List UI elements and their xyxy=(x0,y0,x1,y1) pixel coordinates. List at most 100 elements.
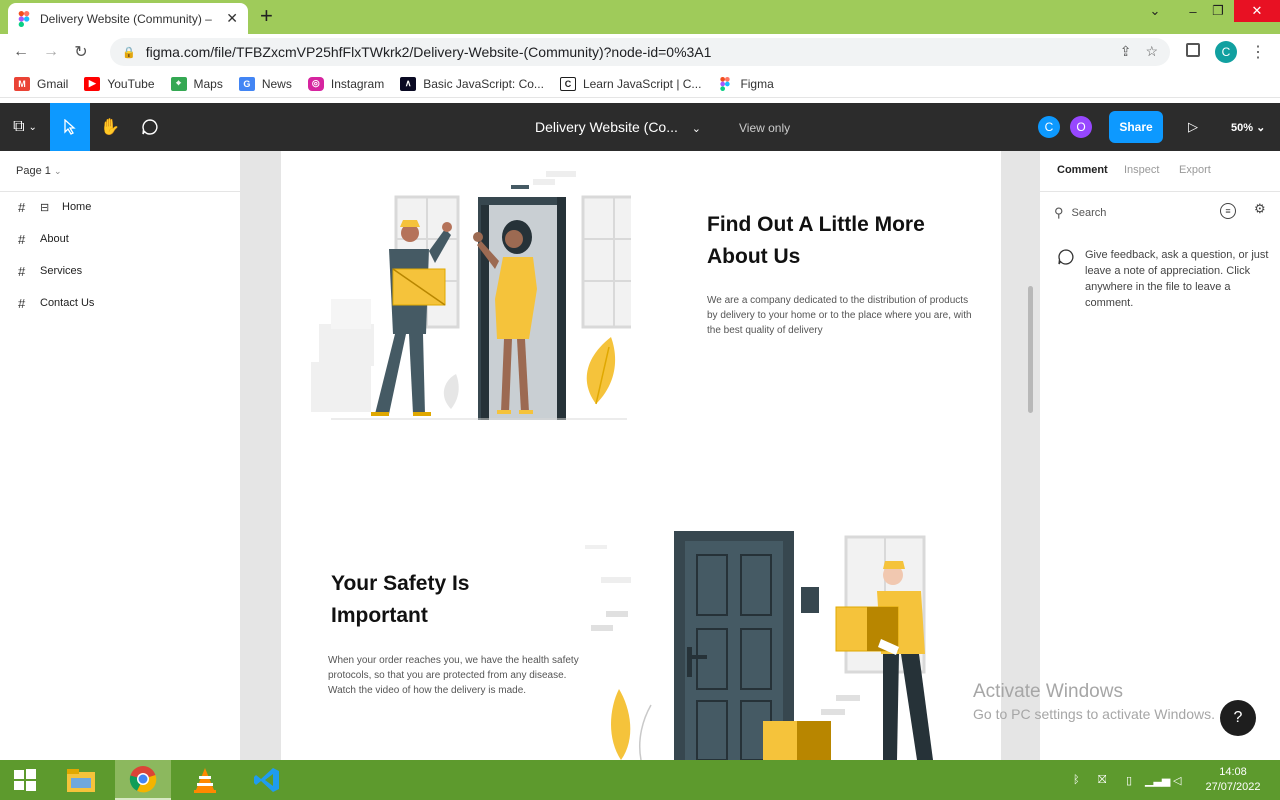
frame-icon: # xyxy=(18,263,26,279)
codecademy-icon: C xyxy=(559,76,576,91)
zoom-level[interactable]: 50% ⌄ xyxy=(1231,121,1265,134)
close-window-icon[interactable]: ✕ xyxy=(1234,0,1280,22)
new-tab-button[interactable]: + xyxy=(260,5,273,27)
comments-panel: Comment Inspect Export ⚲ Search ≡ ⚙ Give… xyxy=(1039,151,1280,760)
divider xyxy=(0,191,240,192)
canvas-scrollbar[interactable] xyxy=(1028,286,1033,413)
browser-tab-bar: Delivery Website (Community) – ✕ + ⌄ – ❐… xyxy=(0,0,1280,34)
hand-tool-icon[interactable]: ✋ xyxy=(90,103,130,151)
bookmark-news[interactable]: G News xyxy=(238,76,292,91)
layer-contact-us[interactable]: # Contact Us xyxy=(18,293,94,313)
bookmark-star-icon[interactable]: ☆ xyxy=(1145,43,1158,60)
activate-windows-subtitle: Go to PC settings to activate Windows. xyxy=(973,706,1215,722)
tab-inspect[interactable]: Inspect xyxy=(1124,164,1159,176)
address-bar[interactable]: 🔒 figma.com/file/TFBZxcmVP25hfFlxTWkrk2/… xyxy=(110,38,1170,66)
gmail-icon: M xyxy=(14,76,30,91)
layer-services[interactable]: # Services xyxy=(18,261,82,281)
vlc-icon[interactable] xyxy=(180,760,230,800)
present-play-icon[interactable]: ▷ xyxy=(1180,103,1206,151)
layer-home[interactable]: # ⊟ Home xyxy=(18,197,91,217)
url-text: figma.com/file/TFBZxcmVP25hfFlxTWkrk2/De… xyxy=(145,44,712,60)
figma-icon xyxy=(717,76,733,91)
forward-icon[interactable]: → xyxy=(36,43,66,61)
search-input[interactable]: Search xyxy=(1072,207,1107,219)
view-only-badge: View only xyxy=(739,121,791,135)
figma-icon xyxy=(18,10,30,27)
vscode-icon[interactable] xyxy=(242,760,292,800)
bookmark-instagram[interactable]: ◎ Instagram xyxy=(307,76,384,91)
tab-title: Delivery Website (Community) – xyxy=(40,11,212,26)
menu-icon[interactable]: ⋮ xyxy=(1250,42,1266,62)
reload-icon[interactable]: ↻ xyxy=(66,42,96,62)
tab-export[interactable]: Export xyxy=(1179,164,1211,176)
bookmark-maps[interactable]: ⌖ Maps xyxy=(170,76,223,91)
bookmark-freecodecamp[interactable]: ∧ Basic JavaScript: Co... xyxy=(400,76,544,91)
layer-about[interactable]: # About xyxy=(18,229,69,249)
browser-toolbar: ← → ↻ 🔒 figma.com/file/TFBZxcmVP25hfFlxT… xyxy=(0,34,1280,70)
share-page-icon[interactable]: ⇪ xyxy=(1120,43,1132,60)
question-icon: ? xyxy=(1233,709,1243,726)
freecodecamp-icon: ∧ xyxy=(400,76,417,91)
settings-sliders-icon[interactable]: ⚙ xyxy=(1254,201,1266,217)
page-selector[interactable]: Page 1 ⌄ xyxy=(16,165,61,177)
comment-bubble-icon xyxy=(1057,248,1075,271)
comment-hint-text: Give feedback, ask a question, or just l… xyxy=(1085,249,1269,309)
chevron-down-icon: ⌄ xyxy=(53,166,62,176)
bookmark-youtube[interactable]: ▶ YouTube xyxy=(84,76,155,91)
restore-icon[interactable]: ❐ xyxy=(1207,0,1229,22)
minimize-icon[interactable]: – xyxy=(1183,0,1203,22)
share-button[interactable]: Share xyxy=(1109,111,1163,143)
close-tab-icon[interactable]: ✕ xyxy=(226,10,238,27)
filter-icon[interactable]: ≡ xyxy=(1220,203,1236,219)
component-icon: ⊟ xyxy=(40,201,50,214)
search-icon: ⚲ xyxy=(1054,205,1064,220)
collaborator-avatar[interactable]: C xyxy=(1038,116,1060,138)
bluetooth-icon[interactable]: ᛒ xyxy=(1073,760,1080,800)
file-explorer-icon[interactable] xyxy=(56,760,106,800)
figma-canvas[interactable]: Find Out A Little More About Us We are a… xyxy=(241,151,1039,760)
safety-paragraph: When your order reaches you, we have the… xyxy=(328,655,579,696)
youtube-icon: ▶ xyxy=(84,76,101,91)
news-icon: G xyxy=(238,76,255,91)
battery-icon[interactable]: ▯ xyxy=(1126,760,1132,800)
chevron-down-icon: ⌄ xyxy=(691,123,702,135)
figma-toolbar: ⧉ ⌄ ✋ Delivery Website (Co... ⌄ View onl… xyxy=(0,103,1280,151)
wifi-signal-icon[interactable]: ▁▃▅ xyxy=(1145,760,1170,800)
collaborator-avatar[interactable]: O xyxy=(1070,116,1092,138)
safety-heading: Your Safety Is Important xyxy=(331,572,470,627)
bookmark-figma[interactable]: Figma xyxy=(717,76,774,91)
instagram-icon: ◎ xyxy=(307,76,324,91)
side-panel-icon[interactable] xyxy=(1186,43,1200,57)
layers-panel: Page 1 ⌄ # ⊟ Home # About # Services # C… xyxy=(0,151,241,760)
start-button[interactable] xyxy=(0,760,50,800)
about-heading: Find Out A Little More About Us xyxy=(707,213,925,268)
network-error-icon[interactable]: ⛝ xyxy=(1098,760,1106,800)
move-tool-icon[interactable] xyxy=(50,103,90,151)
frame-icon: # xyxy=(18,199,26,215)
frame-icon: # xyxy=(18,295,26,311)
comment-tool-icon[interactable] xyxy=(130,103,170,151)
help-button[interactable]: ? xyxy=(1220,700,1256,736)
bookmarks-bar: M Gmail ▶ YouTube ⌖ Maps G News ◎ Instagram ∧… xyxy=(0,70,1280,98)
safe-delivery-illustration xyxy=(585,531,933,760)
document-title[interactable]: Delivery Website (Co... ⌄ xyxy=(535,119,701,135)
volume-icon[interactable]: ◁ xyxy=(1173,760,1181,800)
tab-comment[interactable]: Comment xyxy=(1057,164,1108,176)
maps-icon: ⌖ xyxy=(170,76,187,91)
figma-main-menu-icon[interactable]: ⧉ ⌄ xyxy=(0,103,50,151)
windows-logo-icon xyxy=(14,769,36,791)
back-icon[interactable]: ← xyxy=(6,43,36,61)
system-clock[interactable]: 14:08 27/07/2022 xyxy=(1203,765,1263,795)
tab-search-icon[interactable]: ⌄ xyxy=(1144,0,1166,22)
bookmark-codecademy[interactable]: C Learn JavaScript | C... xyxy=(559,76,701,91)
bookmark-gmail[interactable]: M Gmail xyxy=(14,76,68,91)
activate-windows-title: Activate Windows xyxy=(973,681,1123,702)
design-frame: Find Out A Little More About Us We are a… xyxy=(281,151,1001,760)
lock-icon: 🔒 xyxy=(122,46,136,59)
delivery-door-illustration xyxy=(311,171,631,420)
chrome-icon[interactable] xyxy=(115,760,171,800)
about-paragraph: We are a company dedicated to the distri… xyxy=(707,295,972,336)
browser-tab[interactable]: Delivery Website (Community) – ✕ xyxy=(8,3,248,34)
frame-icon: # xyxy=(18,231,26,247)
profile-avatar[interactable]: C xyxy=(1215,41,1237,63)
